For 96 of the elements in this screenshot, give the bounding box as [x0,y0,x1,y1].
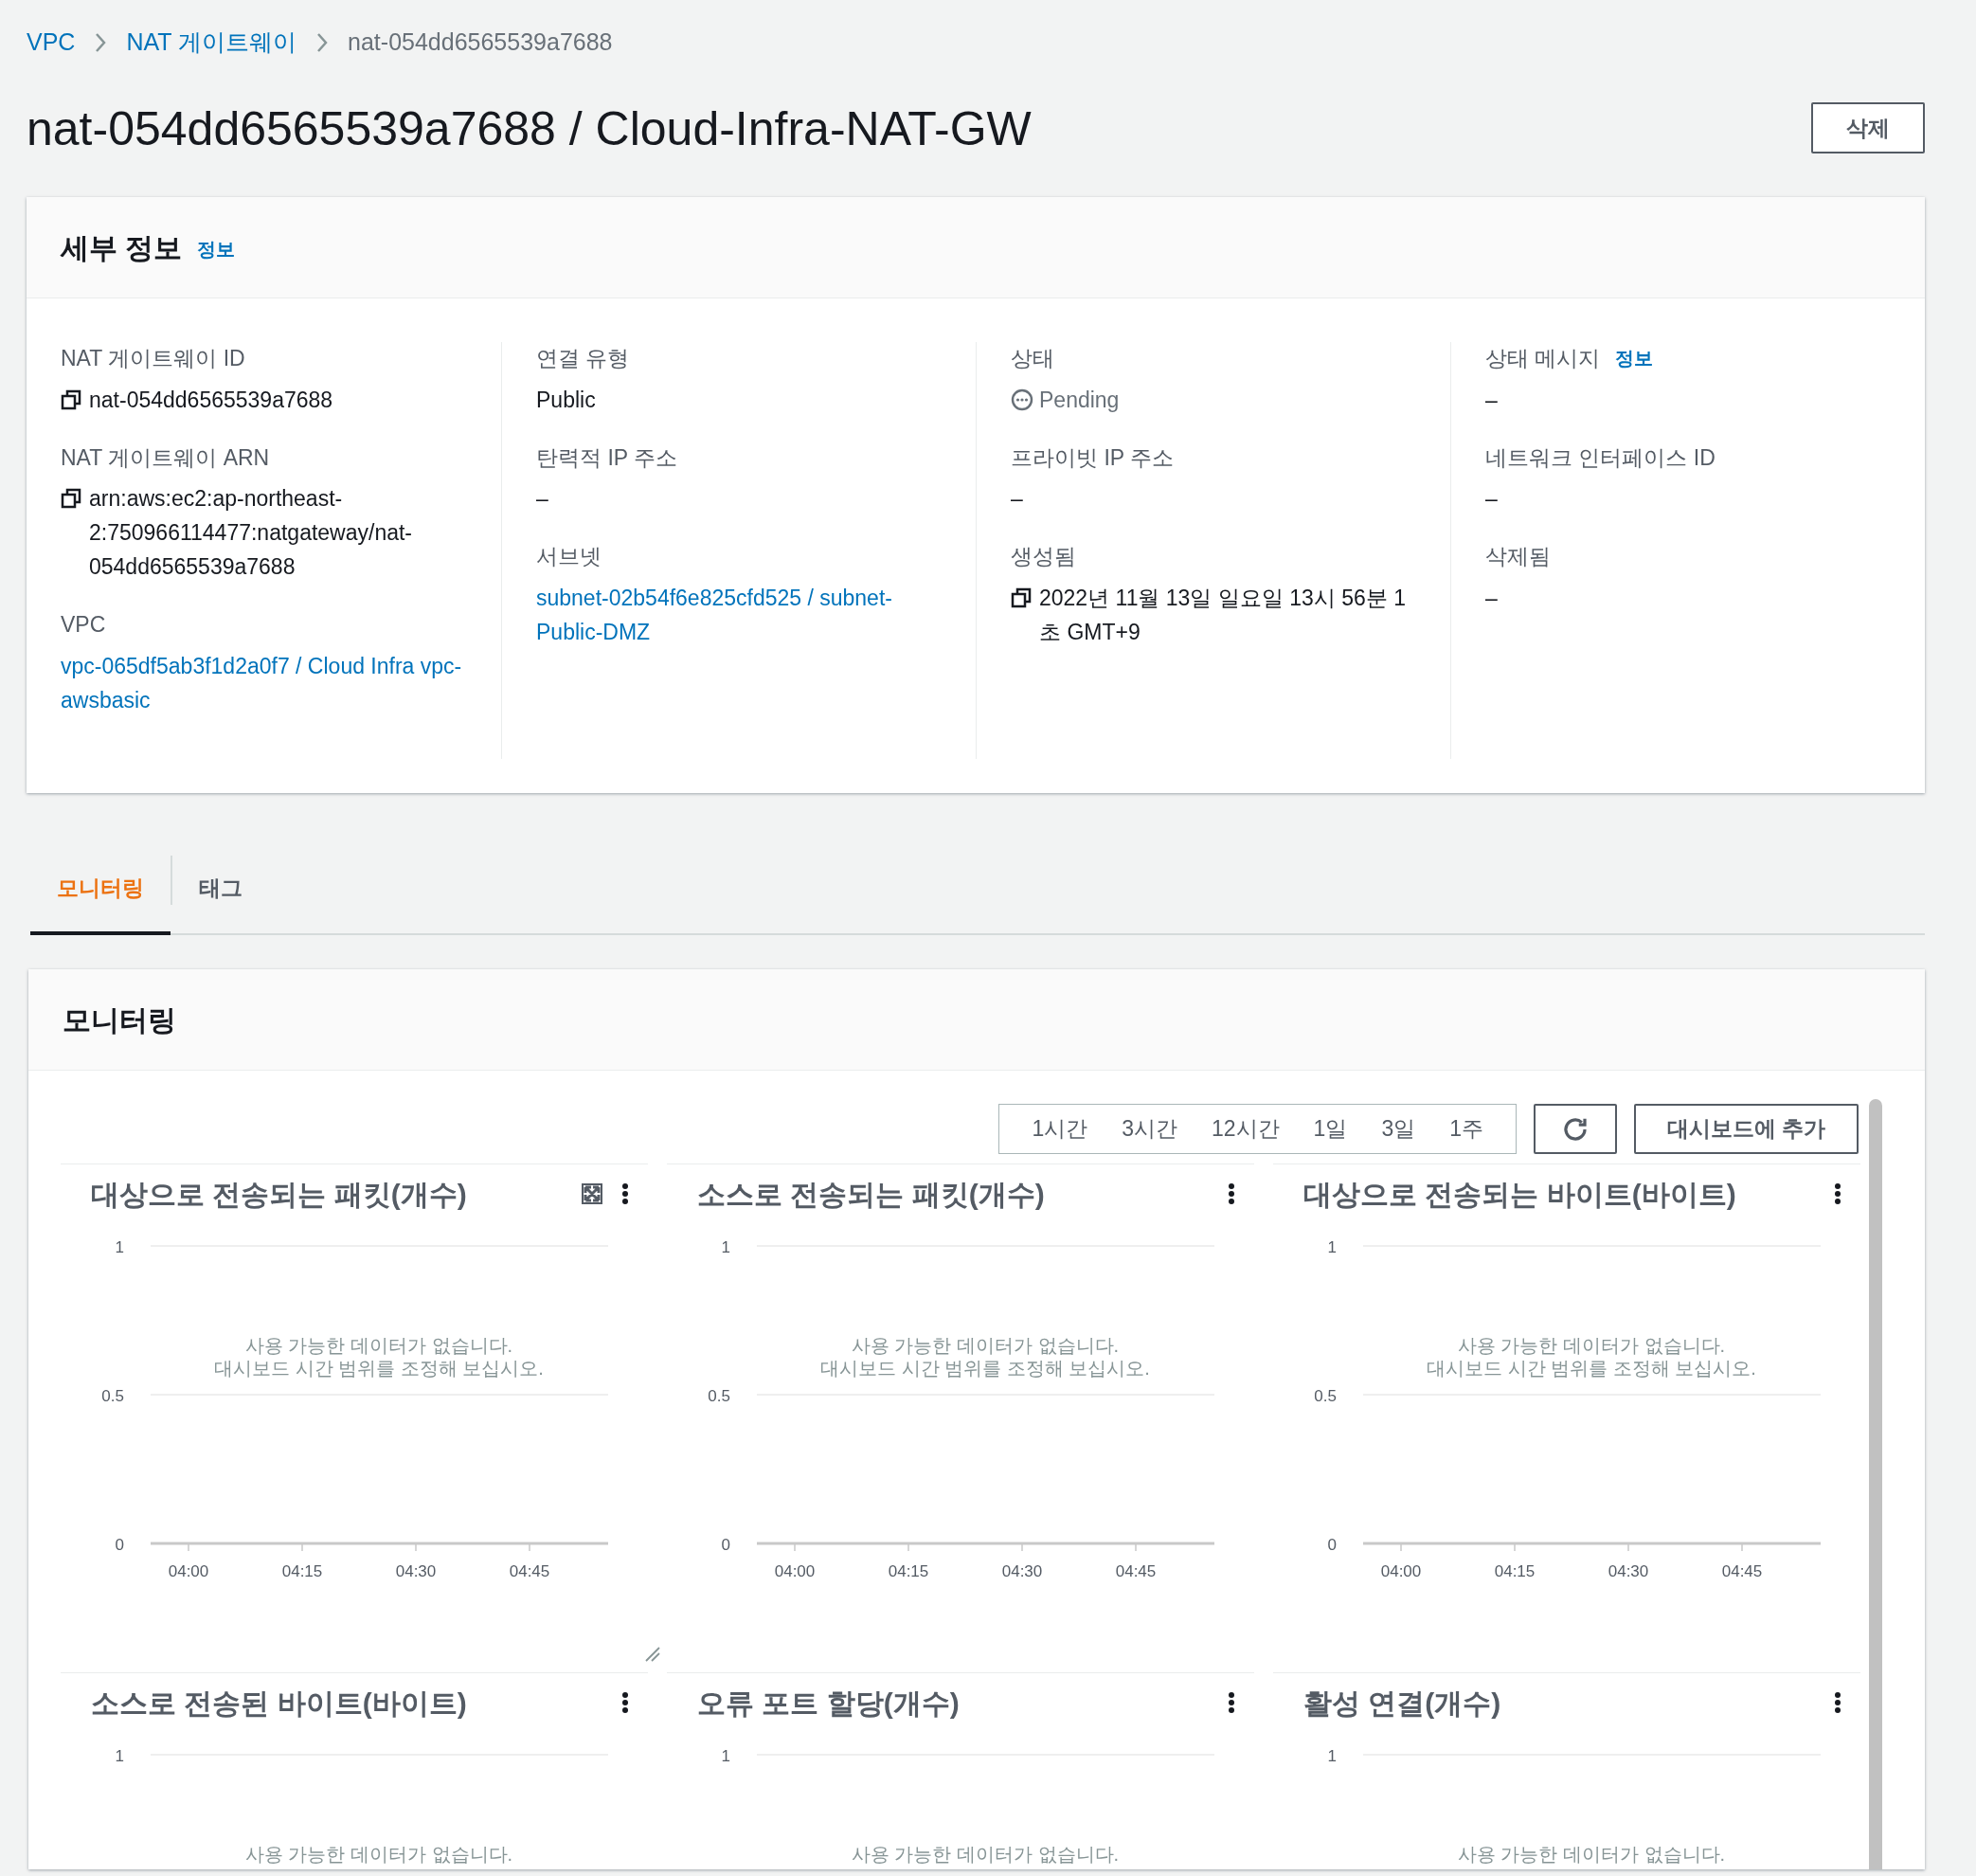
no-data-message: 대시보드 시간 범위를 조정해 보십시오. [1427,1358,1756,1379]
no-data-message: 사용 가능한 데이터가 없습니다. [851,1844,1120,1865]
x-tick-label: 04:45 [1721,1562,1763,1580]
add-to-dashboard-button[interactable]: 대시보드에 추가 [1634,1104,1859,1154]
resize-handle-icon[interactable] [644,1646,661,1663]
widget-title: 오류 포트 할당(개수) [697,1686,961,1721]
info-link[interactable]: 정보 [197,235,236,263]
breadcrumb-current: nat-054dd6565539a7688 [348,27,613,58]
y-tick-label: 1 [1327,1238,1337,1256]
y-tick-label: 0 [1327,1536,1337,1554]
field-value: – [536,485,549,513]
x-tick-label: 04:15 [1494,1562,1536,1580]
x-tick-label: 04:30 [395,1562,437,1580]
time-range-option[interactable]: 3시간 [1108,1109,1191,1148]
field-label: 탄력적 IP 주소 [536,443,678,472]
breadcrumb-link[interactable]: NAT 게이트웨이 [126,25,297,61]
y-axis-label: 1 [721,1747,730,1765]
y-tick-label: 0.5 [101,1387,124,1405]
more-menu-icon[interactable] [1834,1692,1841,1713]
panel-title: 세부 정보 [61,230,183,265]
x-tick-label: 04:45 [1115,1562,1157,1580]
field-label: 연결 유형 [536,345,630,372]
x-tick-label: 04:30 [1608,1562,1649,1580]
field-value: – [1485,485,1499,513]
field-link[interactable]: subnet-02b54f6e825cfd525 / subnet-Public-DMZ [536,580,942,649]
no-data-message: 대시보드 시간 범위를 조정해 보십시오. [214,1358,544,1379]
no-data-message: 사용 가능한 데이터가 없습니다. [244,1844,513,1865]
y-tick-label: 1 [721,1238,730,1256]
y-axis-label: 1 [1327,1747,1337,1765]
field-label: 네트워크 인터페이스 ID [1485,443,1716,472]
info-link[interactable]: 정보 [1615,344,1654,373]
breadcrumb-link[interactable]: VPC [27,25,76,61]
tab[interactable]: 태그 [172,844,269,935]
y-axis-label: 1 [115,1747,124,1765]
time-range-option[interactable]: 3일 [1368,1109,1429,1148]
field-value: arn:aws:ec2:ap-northeast-2:750966114477:natgateway/nat-054dd6565539a7688 [89,485,414,581]
widget-title: 소스로 전송되는 패킷(개수) [697,1177,1046,1212]
x-tick-label: 04:00 [774,1562,816,1580]
field-value: – [1485,584,1499,612]
time-range-option[interactable]: 1주 [1436,1109,1497,1148]
no-data-message: 사용 가능한 데이터가 없습니다. [1457,1335,1726,1356]
x-tick-label: 04:00 [1380,1562,1422,1580]
x-tick-label: 04:00 [168,1562,209,1580]
field-value: 2022년 11월 13일 일요일 13시 56분 1초 GMT+9 [1039,584,1407,646]
panel-title: 모니터링 [63,1002,176,1037]
page-title: nat-054dd6565539a7688 / Cloud-Infra-NAT-GW [27,102,1032,155]
widget-title: 대상으로 전송되는 패킷(개수) [91,1177,468,1212]
field-label: 서브넷 [536,543,602,570]
field-label: 생성됨 [1011,543,1076,570]
time-range-option[interactable]: 12시간 [1198,1109,1293,1148]
no-data-message: 사용 가능한 데이터가 없습니다. [244,1335,513,1356]
time-range-option[interactable]: 1일 [1300,1109,1361,1148]
copy-icon[interactable] [61,388,81,410]
x-tick-label: 04:30 [1001,1562,1043,1580]
widget-title: 활성 연결(개수) [1303,1686,1502,1721]
widget-title: 소스로 전송된 바이트(바이트) [91,1686,468,1721]
field-label: 프라이빗 IP 주소 [1011,443,1175,472]
widget-title: 대상으로 전송되는 바이트(바이트) [1303,1177,1737,1212]
more-menu-icon[interactable] [621,1183,629,1204]
no-data-message: 사용 가능한 데이터가 없습니다. [1457,1844,1726,1865]
scrollbar[interactable] [1869,1099,1882,1869]
copy-icon[interactable] [1011,586,1032,608]
time-range-option[interactable]: 1시간 [1018,1109,1102,1148]
y-tick-label: 0 [721,1536,730,1554]
field-value: Public [536,386,597,414]
y-tick-label: 0 [115,1536,124,1554]
no-data-message: 사용 가능한 데이터가 없습니다. [851,1335,1120,1356]
more-menu-icon[interactable] [621,1692,629,1713]
field-label: NAT 게이트웨이 ARN [61,443,270,472]
field-label: 삭제됨 [1485,543,1551,570]
delete-button[interactable]: 삭제 [1811,102,1925,153]
more-menu-icon[interactable] [1228,1692,1235,1713]
y-tick-label: 1 [115,1238,124,1256]
x-tick-label: 04:45 [509,1562,550,1580]
field-link[interactable]: vpc-065df5ab3f1d2a0f7 / Cloud Infra vpc-awsbasic [61,648,467,717]
field-value: – [1011,485,1024,513]
y-tick-label: 0.5 [1314,1387,1337,1405]
field-value: – [1485,386,1499,414]
field-label: 상태 메시지 [1485,345,1601,372]
pending-icon [1011,388,1033,411]
field-label: 상태 [1011,345,1054,372]
chevron-right-icon [315,32,330,53]
more-menu-icon[interactable] [1228,1183,1235,1204]
y-tick-label: 0.5 [708,1387,730,1405]
more-menu-icon[interactable] [1834,1183,1841,1204]
field-label: VPC [61,611,106,639]
expand-icon[interactable] [582,1183,602,1204]
x-tick-label: 04:15 [888,1562,929,1580]
no-data-message: 대시보드 시간 범위를 조정해 보십시오. [820,1358,1150,1379]
field-value: nat-054dd6565539a7688 [89,386,333,414]
chevron-right-icon [94,32,108,53]
field-label: NAT 게이트웨이 ID [61,345,245,372]
status-text: Pending [1039,386,1120,414]
copy-icon[interactable] [61,488,81,509]
x-tick-label: 04:15 [281,1562,323,1580]
refresh-button[interactable] [1534,1104,1617,1154]
